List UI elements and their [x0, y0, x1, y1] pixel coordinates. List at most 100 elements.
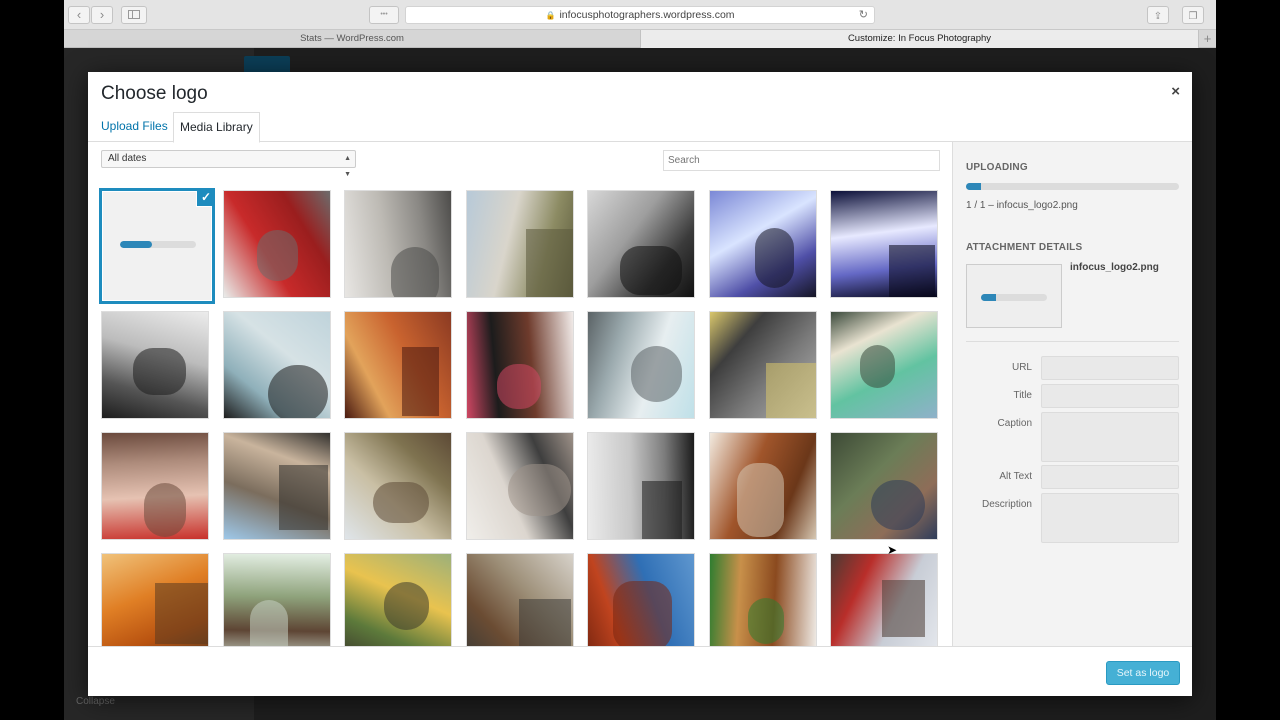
chevron-left-icon: ‹	[76, 7, 82, 22]
forward-button[interactable]: ›	[91, 6, 113, 24]
photo-subject	[278, 465, 328, 530]
photo-subject	[384, 582, 429, 630]
url-field[interactable]	[1041, 356, 1179, 380]
attachment-thumbnail-woman-portrait-leaves[interactable]	[830, 432, 938, 540]
tabs-overview-button[interactable]: ❐	[1182, 6, 1204, 24]
chevron-right-icon: ›	[99, 7, 105, 22]
attachment-thumbnail-wedding-gazebo[interactable]	[465, 190, 574, 298]
tab-customize[interactable]: Customize: In Focus Photography	[640, 30, 1198, 48]
attachment-thumbnail-silhouette-smoke[interactable]	[587, 190, 695, 298]
title-label: Title	[1013, 390, 1032, 401]
date-filter-select[interactable]: All dates ▲ ▼	[101, 150, 356, 178]
photo-subject	[871, 480, 925, 530]
attachment-thumbnail-vw-bus[interactable]	[830, 311, 938, 419]
attachment-thumbnail-concert-lights[interactable]	[708, 190, 817, 298]
password-button[interactable]: •••	[369, 6, 399, 24]
attachment-thumbnail-house-flag[interactable]	[344, 432, 452, 540]
photo-subject	[765, 363, 816, 418]
tab-label: Customize: In Focus Photography	[847, 33, 992, 44]
attachment-thumbnail-leather-bag[interactable]	[708, 432, 817, 540]
tab-upload-files[interactable]: Upload Files	[95, 112, 174, 142]
attachment-thumbnail-man-plaid-shirt[interactable]	[830, 553, 938, 646]
photo-subject	[496, 364, 541, 409]
photo-subject	[507, 464, 571, 516]
description-field[interactable]	[1041, 493, 1179, 543]
photo-subject	[642, 481, 682, 539]
url-text: infocusphotographers.wordpress.com	[559, 9, 735, 21]
attachment-thumbnail-burger-tea[interactable]	[708, 553, 817, 646]
caption-field[interactable]	[1041, 412, 1179, 462]
reload-icon[interactable]: ↻	[859, 7, 868, 24]
attachment-thumbnail-red-leaves-sky[interactable]	[587, 553, 695, 646]
attachment-thumbnail-train-tunnel[interactable]	[708, 311, 817, 419]
attachment-thumbnail-red-vintage-car[interactable]	[222, 190, 331, 298]
media-sidebar: UPLOADING 1 / 1 – infocus_logo2.png ATTA…	[952, 142, 1192, 646]
browser-window: ‹ › ••• 🔒 infocusphotographers.wordpress.…	[64, 0, 1216, 720]
attachment-thumbnail-bacon[interactable]	[344, 311, 452, 419]
photo-subject	[613, 581, 672, 646]
photo-subject	[256, 230, 298, 281]
attachment-thumbnail-wedding-couple[interactable]	[101, 311, 209, 419]
photo-subject	[133, 348, 186, 395]
upload-progress-fill	[966, 183, 981, 190]
choose-logo-modal: Choose logo × Upload Files Media Library…	[88, 72, 1192, 696]
close-icon[interactable]: ×	[1171, 84, 1180, 100]
attachment-thumbnail-cafe-window[interactable]	[222, 553, 331, 646]
media-router: Upload Files Media Library	[88, 112, 1192, 143]
alt-text-field[interactable]	[1041, 465, 1179, 489]
attachment-thumbnail-uploading-logo[interactable]: ✓	[99, 188, 215, 304]
attachment-thumbnail-eyeglasses[interactable]	[222, 311, 331, 419]
tab-label: Stats — WordPress.com	[300, 33, 404, 44]
uploading-heading: UPLOADING	[966, 162, 1028, 173]
thumbnail-progress-fill	[120, 241, 152, 248]
attachment-thumbnail-old-woman[interactable]	[101, 432, 209, 540]
divider	[966, 341, 1179, 342]
address-bar[interactable]: 🔒 infocusphotographers.wordpress.com ↻	[405, 6, 875, 24]
description-label: Description	[981, 499, 1032, 510]
tab-stats[interactable]: Stats — WordPress.com	[64, 30, 640, 48]
attachment-thumbnail-neon-letters-crowd[interactable]	[830, 190, 938, 298]
attachment-thumbnail-chocolate-miles[interactable]	[465, 311, 574, 419]
photo-subject	[860, 345, 895, 388]
tab-media-library[interactable]: Media Library	[173, 112, 260, 143]
photo-subject	[754, 228, 794, 288]
upload-progress-bar	[966, 183, 1179, 190]
attachment-thumbnail-autumn-tree[interactable]	[101, 553, 209, 646]
checkmark-icon[interactable]: ✓	[196, 191, 212, 207]
share-button[interactable]: ⇪	[1147, 6, 1169, 24]
attachment-thumbnail-laptop-desk[interactable]	[587, 311, 695, 419]
new-tab-button[interactable]: +	[1198, 30, 1216, 48]
upload-file-status: 1 / 1 – infocus_logo2.png	[966, 200, 1078, 211]
photo-subject	[736, 463, 784, 537]
photo-subject	[249, 600, 288, 646]
attachment-thumbnail-dancer[interactable]	[587, 432, 695, 540]
attachment-thumbnail-railway-woman[interactable]	[222, 432, 331, 540]
attachment-details-heading: ATTACHMENT DETAILS	[966, 242, 1083, 253]
photo-subject	[889, 245, 935, 297]
modal-title: Choose logo	[101, 83, 208, 104]
sidebar-icon	[128, 10, 140, 19]
photo-subject	[155, 583, 208, 644]
collapse-label: Collapse	[76, 696, 115, 707]
attachment-progress-fill	[981, 294, 996, 301]
attachment-thumbnail-retro-tv[interactable]	[344, 190, 452, 298]
attachment-thumbnail-workspace-table[interactable]	[465, 432, 574, 540]
search-input[interactable]	[663, 150, 940, 171]
title-field[interactable]	[1041, 384, 1179, 408]
browser-toolbar: ‹ › ••• 🔒 infocusphotographers.wordpress.…	[64, 0, 1216, 30]
photo-subject	[373, 482, 429, 523]
back-button[interactable]: ‹	[68, 6, 90, 24]
lock-icon: 🔒	[545, 11, 556, 20]
photo-subject	[402, 347, 439, 416]
set-as-logo-button[interactable]: Set as logo	[1106, 661, 1180, 685]
photo-subject	[144, 483, 186, 537]
media-content: All dates ▲▼ ✓	[88, 142, 952, 646]
sidebar-toggle-button[interactable]	[121, 6, 147, 24]
attachment-thumbnail-misty-road[interactable]	[465, 553, 574, 646]
attachment-progress-bar	[981, 294, 1047, 301]
mouse-cursor-icon: ➤	[887, 543, 898, 557]
caption-label: Caption	[997, 418, 1032, 429]
browser-tab-bar: Stats — WordPress.com Customize: In Focu…	[64, 30, 1216, 48]
chevron-updown-icon: ▲ ▼	[344, 155, 351, 178]
attachment-thumbnail-forest-cabin[interactable]	[344, 553, 452, 646]
